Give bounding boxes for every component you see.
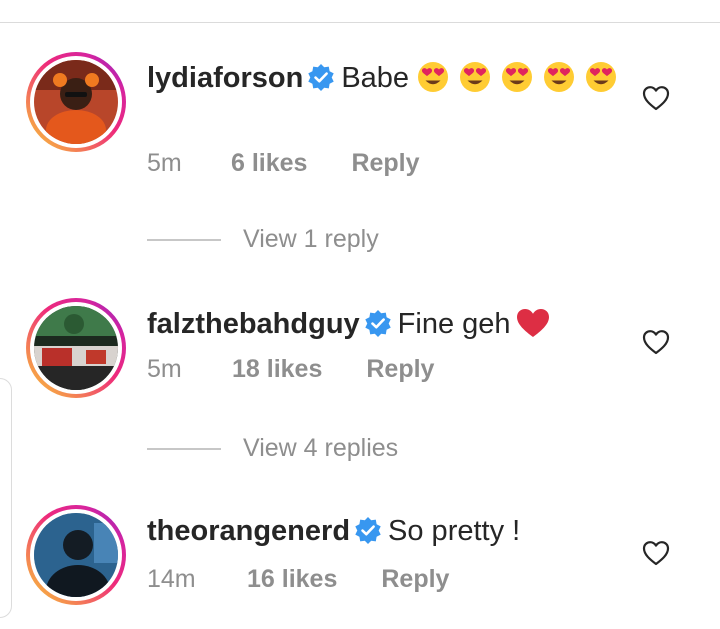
likes-count[interactable]: 18 likes [232, 354, 322, 384]
comment-meta: 14m 16 likes Reply [147, 564, 449, 594]
avatar [34, 513, 118, 597]
view-replies-button[interactable]: View 4 replies [147, 433, 398, 463]
comment-text: theorangenerd So pretty ! [147, 511, 627, 555]
comment-time: 5m [147, 149, 182, 177]
story-ring[interactable] [26, 298, 126, 398]
comment-text: lydiaforson Babe [147, 58, 627, 104]
verified-badge-icon [354, 515, 382, 555]
view-replies-label: View 4 replies [243, 434, 399, 462]
story-ring[interactable] [26, 52, 126, 152]
avatar [34, 306, 118, 390]
reply-divider-line [147, 448, 221, 451]
side-panel-edge [0, 378, 12, 618]
reply-button[interactable]: Reply [366, 354, 434, 384]
avatar [34, 60, 118, 144]
reply-divider-line [147, 239, 221, 242]
view-replies-label: View 1 reply [243, 225, 379, 253]
reply-button[interactable]: Reply [351, 148, 419, 178]
comment-meta: 5m 18 likes Reply [147, 354, 434, 384]
comment-meta: 5m 6 likes Reply [147, 148, 420, 178]
verified-badge-icon [364, 308, 392, 348]
story-ring[interactable] [26, 505, 126, 605]
reply-button[interactable]: Reply [381, 564, 449, 594]
top-divider [0, 22, 720, 23]
heart-eyes-emoji [459, 61, 491, 104]
heart-eyes-emoji [417, 61, 449, 104]
username[interactable]: theorangenerd [147, 515, 350, 547]
username[interactable]: lydiaforson [147, 62, 303, 94]
username[interactable]: falzthebahdguy [147, 308, 360, 340]
view-replies-button[interactable]: View 1 reply [147, 224, 379, 254]
red-heart-emoji [515, 307, 551, 350]
like-heart-icon[interactable] [641, 328, 671, 361]
verified-badge-icon [307, 62, 335, 102]
like-heart-icon[interactable] [641, 539, 671, 572]
comment-body: So pretty ! [388, 515, 521, 547]
like-heart-icon[interactable] [641, 84, 671, 117]
comment-text: falzthebahdguy Fine geh [147, 304, 627, 350]
likes-count[interactable]: 6 likes [231, 148, 307, 178]
likes-count[interactable]: 16 likes [247, 564, 337, 594]
comment-time: 14m [147, 565, 196, 593]
heart-eyes-emoji [501, 61, 533, 104]
comment-body: Fine geh [397, 308, 511, 340]
comments-screen: lydiaforson Babe 5m 6 likes Reply View 1 re… [0, 0, 720, 629]
heart-eyes-emoji [585, 61, 617, 104]
comment-time: 5m [147, 355, 182, 383]
heart-eyes-emoji [543, 61, 575, 104]
comment-body: Babe [341, 62, 410, 94]
